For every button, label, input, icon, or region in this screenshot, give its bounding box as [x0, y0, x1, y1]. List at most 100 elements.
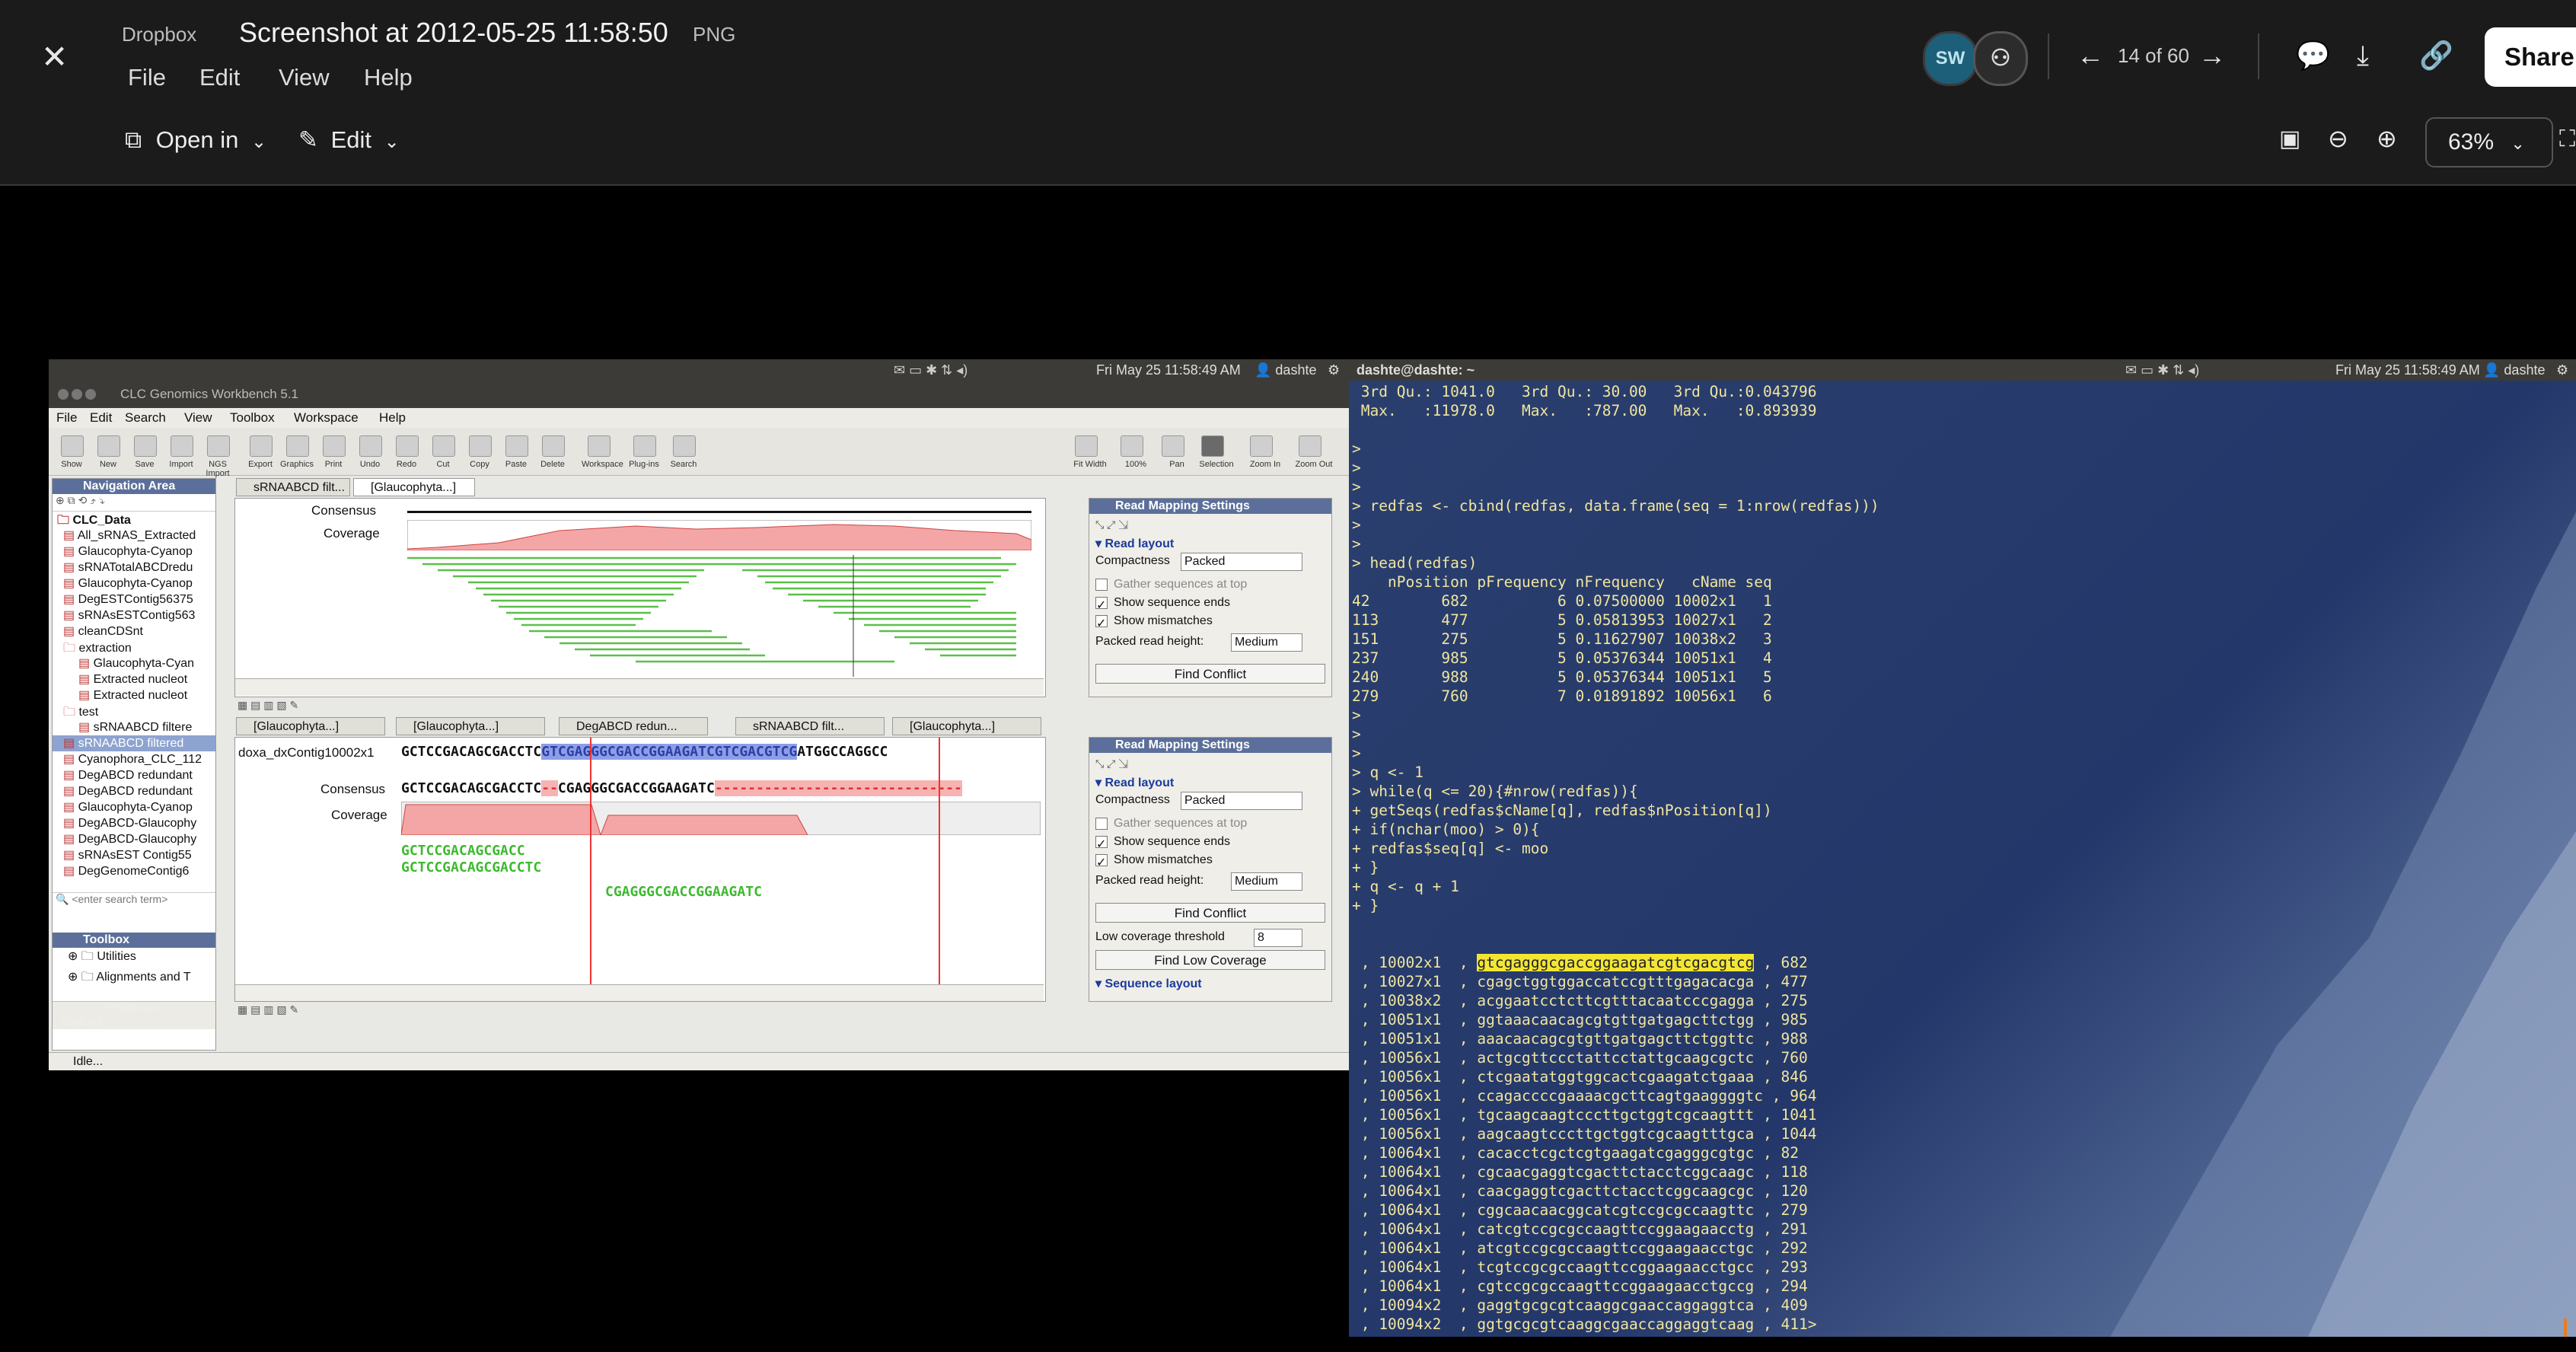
toolbar-button[interactable]: Import — [164, 460, 198, 469]
maximize-icon[interactable] — [85, 389, 96, 400]
tab-bottom[interactable]: [Glaucophyta...] — [396, 717, 545, 735]
toolbar-button[interactable]: Zoom In — [1244, 460, 1286, 469]
toolbox-tab[interactable]: Toolbox — [53, 1016, 215, 1029]
nav-item[interactable]: 🗀 CLC_Data — [53, 512, 215, 528]
toolbar-button[interactable]: Copy — [463, 460, 496, 469]
clc-menu-workspace[interactable]: Workspace — [294, 408, 359, 428]
people-icon[interactable]: ⚇ — [1973, 31, 2028, 86]
clc-menu-file[interactable]: File — [56, 408, 77, 428]
height-select[interactable]: Medium — [1231, 633, 1302, 652]
find-conflict-button[interactable]: Find Conflict — [1095, 903, 1325, 923]
nav-item[interactable]: ▤ Extracted nucleot — [53, 687, 215, 703]
height-select[interactable]: Medium — [1231, 872, 1302, 891]
toolbar-button[interactable]: Redo — [390, 460, 423, 469]
compactness-select[interactable]: Packed — [1181, 792, 1302, 810]
toolbar-button[interactable]: Cut — [426, 460, 460, 469]
fullscreen-icon[interactable]: ⛶ — [2559, 128, 2575, 151]
gather-checkbox[interactable]: Gather sequences at top — [1089, 815, 1331, 833]
horizontal-scrollbar[interactable] — [235, 678, 1044, 696]
download-icon[interactable]: ⤓ — [2357, 42, 2369, 69]
toolbar-button[interactable]: Save — [128, 460, 161, 469]
nav-search-field[interactable]: 🔍 <enter search term> — [53, 892, 215, 910]
toolbar-button[interactable]: Show — [55, 460, 88, 469]
nav-item[interactable]: ▤ DegABCD redundant — [53, 767, 215, 783]
gear-icon[interactable]: ⚙ — [1328, 359, 1340, 381]
clc-menu-search[interactable]: Search — [125, 408, 166, 428]
nav-item[interactable]: ▤ Glaucophyta-Cyanop — [53, 576, 215, 592]
presentation-icon[interactable]: ▣ — [2279, 128, 2300, 151]
tab-bottom[interactable]: [Glaucophyta...] — [236, 717, 385, 735]
sequence-layout-header[interactable]: ▾ Sequence layout — [1089, 970, 1331, 991]
clc-menu-view[interactable]: View — [184, 408, 212, 428]
toolbar-button[interactable]: Undo — [353, 460, 387, 469]
nav-item[interactable]: ▤ sRNAsESTContig563 — [53, 607, 215, 623]
toolbar-button[interactable]: Print — [317, 460, 350, 469]
toolbar-button[interactable]: 100% — [1114, 460, 1157, 469]
nav-item[interactable]: ▤ DegABCD redundant — [53, 783, 215, 799]
nav-item[interactable]: ▤ DegABCD-Glaucophy — [53, 815, 215, 831]
tab-glaucophyta[interactable]: [Glaucophyta...] — [353, 478, 475, 496]
find-low-coverage-button[interactable]: Find Low Coverage — [1095, 950, 1325, 970]
toolbar-button[interactable]: Pan — [1156, 460, 1198, 469]
clc-menu-toolbox[interactable]: Toolbox — [230, 408, 275, 428]
tab-srnaabcd[interactable]: sRNAABCD filt... — [236, 478, 350, 496]
nav-item[interactable]: ▤ Glaucophyta-Cyan — [53, 655, 215, 671]
nav-item[interactable]: ▤ sRNAABCD filtered — [53, 735, 215, 751]
toolbar-button[interactable]: Paste — [499, 460, 533, 469]
gather-checkbox[interactable]: Gather sequences at top — [1089, 576, 1331, 594]
clc-menu-help[interactable]: Help — [379, 408, 406, 428]
mismatches-checkbox[interactable]: ✓ Show mismatches — [1089, 612, 1331, 630]
nav-item[interactable]: ▤ DegGenomeContig6 — [53, 863, 215, 879]
avatar[interactable]: SW — [1923, 31, 1978, 86]
ends-checkbox[interactable]: ✓ Show sequence ends — [1089, 833, 1331, 851]
toolbar-button[interactable]: New — [91, 460, 125, 469]
menu-view[interactable]: View — [279, 64, 330, 91]
ends-checkbox[interactable]: ✓ Show sequence ends — [1089, 594, 1331, 612]
minimize-icon[interactable] — [72, 389, 82, 400]
gear-icon[interactable]: ⚙ — [2556, 359, 2568, 381]
menu-file[interactable]: File — [128, 64, 166, 91]
menu-edit[interactable]: Edit — [199, 64, 240, 91]
toolbar-button[interactable]: Zoom Out — [1293, 460, 1335, 469]
nav-item[interactable]: ▤ All_sRNAS_Extracted — [53, 528, 215, 544]
horizontal-scrollbar[interactable] — [235, 984, 1044, 1001]
compactness-select[interactable]: Packed — [1181, 553, 1302, 571]
nav-item[interactable]: ▤ cleanCDSnt — [53, 623, 215, 639]
toolbar-button[interactable]: Graphics — [280, 460, 314, 469]
toolbar-button[interactable]: Plug-ins — [627, 460, 661, 469]
toolbar-button[interactable]: NGS Import — [201, 460, 234, 478]
mismatches-checkbox[interactable]: ✓ Show mismatches — [1089, 851, 1331, 869]
close-icon[interactable] — [58, 389, 69, 400]
tab-bottom[interactable]: [Glaucophyta...] — [892, 717, 1041, 735]
nav-item[interactable]: 🗀 test — [53, 703, 215, 719]
edit-button[interactable]: ✎ Edit ⌄ — [298, 126, 400, 154]
terminal-output[interactable]: 3rd Qu.: 1041.0 3rd Qu.: 30.00 3rd Qu.:0… — [1352, 382, 2570, 1337]
open-in-button[interactable]: ⧉ Open in ⌄ — [125, 126, 266, 155]
arrow-left-icon[interactable]: ← — [2077, 42, 2104, 69]
read-layout-header[interactable]: ▾ Read layout — [1089, 536, 1331, 551]
arrow-right-icon[interactable]: → — [2198, 42, 2226, 69]
toolbar-button[interactable]: Export — [244, 460, 277, 469]
nav-item[interactable]: ▤ sRNATotalABCDredu — [53, 560, 215, 576]
read-layout-header[interactable]: ▾ Read layout — [1089, 775, 1331, 790]
zoom-out-icon[interactable]: ⊖ — [2328, 126, 2348, 151]
processes-tab[interactable]: Processes — [53, 1001, 215, 1016]
nav-item[interactable]: ▤ sRNAABCD filtere — [53, 719, 215, 735]
nav-item[interactable]: ▤ DegABCD-Glaucophy — [53, 831, 215, 847]
clc-menu-edit[interactable]: Edit — [90, 408, 112, 428]
tab-bottom[interactable]: DegABCD redun... — [559, 717, 708, 735]
tab-bottom[interactable]: sRNAABCD filt... — [735, 717, 885, 735]
nav-item[interactable]: 🗀 extraction — [53, 639, 215, 655]
nav-item[interactable]: ▤ DegESTContig56375 — [53, 592, 215, 607]
toolbar-button[interactable]: Delete — [536, 460, 569, 469]
comment-icon[interactable]: 💬 — [2296, 42, 2330, 69]
close-icon[interactable]: ✕ — [41, 41, 68, 73]
toolbox-item[interactable]: ⊕ 🗀 Utilities — [53, 948, 215, 968]
zoom-in-icon[interactable]: ⊕ — [2377, 126, 2397, 151]
toolbar-button[interactable]: Search — [667, 460, 700, 469]
nav-item[interactable]: ▤ Extracted nucleot — [53, 671, 215, 687]
toolbar-button[interactable]: Fit Width — [1069, 460, 1111, 469]
link-icon[interactable]: 🔗 — [2419, 42, 2453, 69]
menu-help[interactable]: Help — [364, 64, 413, 91]
share-button[interactable]: Share — [2485, 27, 2576, 87]
